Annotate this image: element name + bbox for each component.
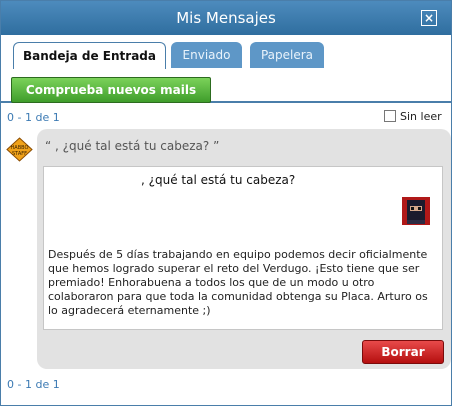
unread-checkbox[interactable] [384,110,396,122]
pager-bottom[interactable]: 0 - 1 de 1 [7,378,60,391]
ninja-avatar-icon [402,197,430,225]
message-subject[interactable]: “ , ¿qué tal está tu cabeza? ” [45,139,219,153]
message-heading: , ¿qué tal está tu cabeza? [141,173,296,187]
pager-top[interactable]: 0 - 1 de 1 [7,111,60,124]
window-title: Mis Mensajes [176,9,276,27]
staff-badge-icon: HABBO STAFF [6,137,33,162]
messages-window: Mis Mensajes × Bandeja de Entrada Enviad… [0,0,452,406]
svg-text:STAFF: STAFF [12,151,27,157]
close-button[interactable]: × [421,10,437,26]
unread-filter[interactable]: Sin leer [384,110,442,123]
tab-sent[interactable]: Enviado [171,42,242,68]
delete-button[interactable]: Borrar [362,340,444,364]
tab-bar: Bandeja de Entrada Enviado Papelera [1,35,451,103]
message-text: Después de 5 días trabajando en equipo p… [48,248,428,317]
tab-inbox[interactable]: Bandeja de Entrada [13,42,166,69]
tab-trash[interactable]: Papelera [250,42,324,68]
title-bar: Mis Mensajes × [1,1,451,35]
check-mail-button[interactable]: Comprueba nuevos mails [11,77,211,103]
unread-label: Sin leer [400,110,442,123]
